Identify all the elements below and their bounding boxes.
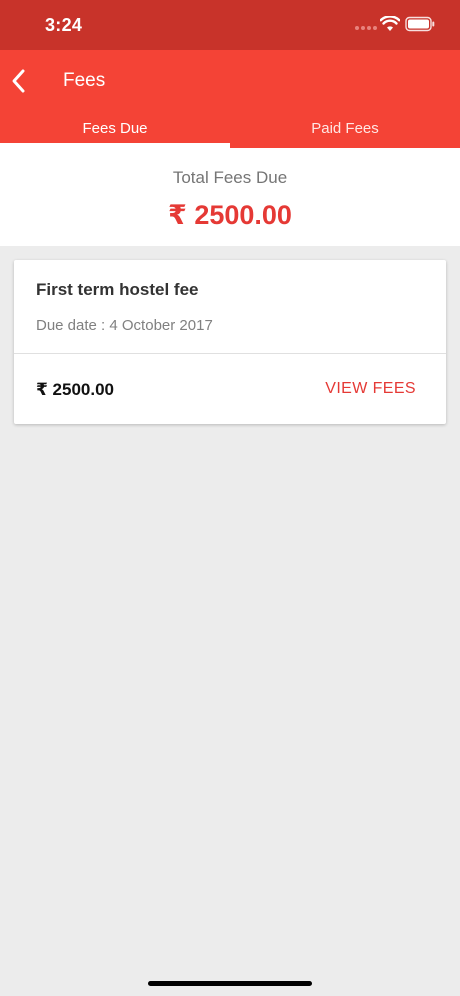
page-title: Fees <box>63 70 106 91</box>
fee-amount: ₹ 2500.00 <box>36 380 115 399</box>
tab-fees-due[interactable]: Fees Due <box>0 120 230 137</box>
home-indicator[interactable] <box>148 981 312 986</box>
fee-due-date: Due date : 4 October 2017 <box>36 317 213 334</box>
signal-dots-icon <box>355 26 377 30</box>
total-fees-amount: ₹ 2500.00 <box>168 200 292 230</box>
fee-card: First term hostel fee Due date : 4 Octob… <box>14 260 446 424</box>
total-fees-summary: Total Fees Due ₹ 2500.00 <box>0 148 460 246</box>
tab-label: Fees Due <box>82 120 148 137</box>
status-bar: 3:24 <box>0 0 460 50</box>
status-time: 3:24 <box>45 15 83 35</box>
fee-name: First term hostel fee <box>36 280 199 299</box>
app-bar: Fees Fees Due Paid Fees <box>0 50 460 148</box>
total-fees-label: Total Fees Due <box>172 168 288 187</box>
battery-icon <box>405 16 435 32</box>
tab-label: Paid Fees <box>311 120 379 137</box>
view-fees-button[interactable]: VIEW FEES <box>325 380 416 398</box>
chevron-left-icon[interactable] <box>9 68 29 94</box>
wifi-icon <box>380 16 400 31</box>
tab-paid-fees[interactable]: Paid Fees <box>230 120 460 137</box>
card-divider <box>14 353 446 354</box>
